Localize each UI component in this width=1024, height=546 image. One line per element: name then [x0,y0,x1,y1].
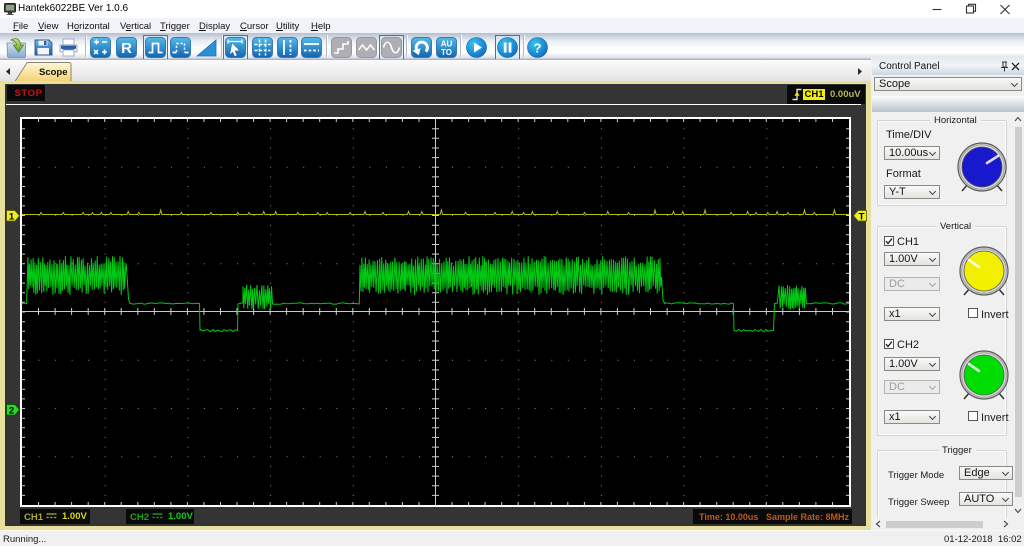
svg-text:TO: TO [441,48,452,57]
svg-text:2: 2 [8,405,13,416]
svg-text:T: T [859,211,865,222]
svg-text:?: ? [534,41,542,56]
svg-text:R: R [121,40,132,57]
svg-text:1: 1 [8,211,14,222]
